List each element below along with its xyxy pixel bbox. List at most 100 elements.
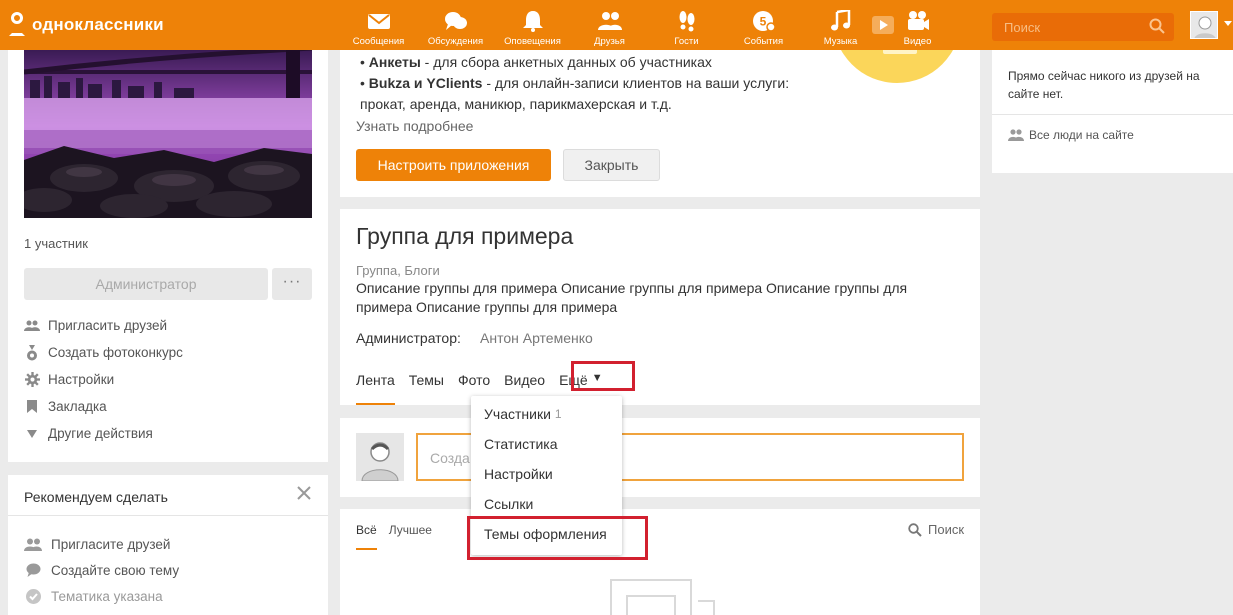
- divider: [992, 114, 1233, 115]
- dropdown-item-label: Настройки: [484, 466, 553, 482]
- nav-label: Гости: [674, 36, 699, 47]
- administrator-button[interactable]: Администратор: [24, 268, 268, 300]
- people-icon: [24, 536, 42, 552]
- avatar-placeholder-icon: [1191, 12, 1217, 38]
- nav-label: Друзья: [594, 36, 625, 47]
- members-count[interactable]: 1 участник: [24, 236, 88, 251]
- tab-topics[interactable]: Темы: [409, 372, 444, 405]
- recommend-create-topic[interactable]: Создайте свою тему: [24, 557, 179, 583]
- nav-label: События: [743, 36, 784, 47]
- tab-feed[interactable]: Лента: [356, 372, 395, 405]
- nav-discussions[interactable]: Обсуждения: [417, 0, 494, 50]
- speech-bubble-icon: [24, 562, 42, 578]
- invite-friends-icon: [24, 318, 40, 334]
- menu-item-label: Другие действия: [48, 426, 153, 441]
- dropdown-item-members[interactable]: Участники 1: [471, 399, 622, 429]
- group-actions-menu: Пригласить друзей Создать фотоконкурс На…: [24, 312, 183, 447]
- group-header-card: Группа для примера Группа, Блоги Описани…: [340, 209, 980, 405]
- admin-name-link[interactable]: Антон Артеменко: [480, 330, 593, 346]
- recommend-invite-friends[interactable]: Пригласите друзей: [24, 531, 179, 557]
- coin-icon: 5: [752, 11, 776, 32]
- recommend-topic-set: Тематика указана: [24, 583, 179, 609]
- search-input[interactable]: Поиск: [992, 13, 1174, 41]
- tab-best[interactable]: Лучшее: [389, 523, 432, 550]
- group-cover-image[interactable]: [24, 50, 312, 218]
- setup-apps-button[interactable]: Настроить приложения: [356, 149, 551, 181]
- post-composer: Созда: [340, 418, 980, 497]
- apps-line: прокат, аренда, маникюр, парикмахерская …: [360, 96, 672, 112]
- close-icon[interactable]: [296, 485, 312, 501]
- dropdown-item-label: Участники: [484, 406, 551, 422]
- app-desc: - для онлайн-записи клиентов на ваши усл…: [482, 75, 790, 91]
- promo-illustration-card: [883, 50, 917, 54]
- recommend-card: Рекомендуем сделать Пригласите друзей Со…: [8, 475, 328, 615]
- tab-all[interactable]: Всё: [356, 523, 377, 550]
- ok-logo-icon: [8, 12, 26, 38]
- group-sidebar: 1 участник Администратор ··· Пригласить …: [8, 50, 328, 462]
- nav-label: Видео: [903, 36, 932, 47]
- nav-label: Обсуждения: [427, 36, 484, 47]
- medal-icon: [24, 344, 40, 361]
- logo[interactable]: одноклассники: [8, 12, 164, 38]
- app-name-surveys: Анкеты: [368, 54, 421, 70]
- nav-guests[interactable]: Гости: [648, 0, 725, 50]
- menu-other-actions[interactable]: Другие действия: [24, 420, 183, 447]
- nav-events[interactable]: 5 События: [725, 0, 802, 50]
- recommend-item-label: Тематика указана: [51, 588, 163, 604]
- friends-online-card: Прямо сейчас никого из друзей на сайте н…: [992, 50, 1233, 173]
- close-promo-button[interactable]: Закрыть: [563, 149, 660, 181]
- triangle-down-icon: [24, 426, 40, 442]
- more-actions-button[interactable]: ···: [272, 268, 312, 300]
- video-camera-icon: [907, 11, 929, 30]
- menu-photo-contest[interactable]: Создать фотоконкурс: [24, 339, 183, 366]
- divider: [8, 515, 328, 516]
- highlight-box-more: [571, 361, 635, 391]
- play-icon[interactable]: [871, 14, 895, 36]
- user-avatar[interactable]: [1190, 11, 1218, 39]
- recommend-item-label: Пригласите друзей: [51, 536, 171, 552]
- main-nav: Сообщения Обсуждения Оповещения Друзья Г…: [340, 0, 956, 50]
- all-people-label: Все люди на сайте: [1029, 128, 1134, 142]
- group-description: Описание группы для примера Описание гру…: [356, 280, 908, 315]
- learn-more-link[interactable]: Узнать подробнее: [356, 118, 473, 134]
- author-avatar[interactable]: [356, 433, 404, 481]
- app-name-bukza: Bukza и YClients: [368, 75, 483, 91]
- nav-label: Музыка: [823, 36, 858, 47]
- dropdown-item-label: Статистика: [484, 436, 558, 452]
- top-bar: одноклассники Сообщения Обсуждения Опове…: [0, 0, 1233, 50]
- feed-search[interactable]: Поиск: [908, 522, 964, 537]
- svg-text:5: 5: [759, 15, 766, 29]
- apps-description: • Анкеты - для сбора анкетных данных об …: [360, 52, 789, 115]
- group-category[interactable]: Группа, Блоги: [356, 263, 440, 278]
- feed-search-label: Поиск: [928, 522, 965, 537]
- nav-label: Сообщения: [352, 36, 405, 47]
- post-placeholder: Созда: [430, 450, 470, 466]
- bookmark-icon: [24, 399, 40, 415]
- nav-music[interactable]: Музыка: [802, 0, 879, 50]
- menu-invite-friends[interactable]: Пригласить друзей: [24, 312, 183, 339]
- admin-label: Администратор:: [356, 330, 461, 346]
- search-icon[interactable]: [1149, 18, 1165, 34]
- nav-notifications[interactable]: Оповещения: [494, 0, 571, 50]
- menu-settings[interactable]: Настройки: [24, 366, 183, 393]
- empty-feed-illustration-icon: [610, 579, 715, 615]
- music-note-icon: [830, 10, 850, 31]
- dropdown-item-settings[interactable]: Настройки: [471, 459, 622, 489]
- dropdown-item-label: Ссылки: [484, 496, 534, 512]
- all-people-link[interactable]: Все люди на сайте: [1008, 128, 1134, 142]
- recommend-title: Рекомендуем сделать: [24, 489, 168, 505]
- menu-bookmark[interactable]: Закладка: [24, 393, 183, 420]
- dropdown-item-links[interactable]: Ссылки: [471, 489, 622, 519]
- members-count-badge: 1: [554, 407, 562, 421]
- feed-tabs: Всё Лучшее: [356, 523, 444, 550]
- nav-messages[interactable]: Сообщения: [340, 0, 417, 50]
- apps-promo-card: • Анкеты - для сбора анкетных данных об …: [340, 50, 980, 197]
- no-friends-online-text: Прямо сейчас никого из друзей на сайте н…: [1008, 69, 1200, 101]
- chat-icon: [444, 12, 467, 30]
- chevron-down-icon[interactable]: [1224, 21, 1232, 26]
- apps-line: • Анкеты - для сбора анкетных данных об …: [360, 54, 712, 70]
- search-icon: [908, 522, 922, 537]
- nav-friends[interactable]: Друзья: [571, 0, 648, 50]
- promo-illustration: [833, 50, 961, 83]
- dropdown-item-statistics[interactable]: Статистика: [471, 429, 622, 459]
